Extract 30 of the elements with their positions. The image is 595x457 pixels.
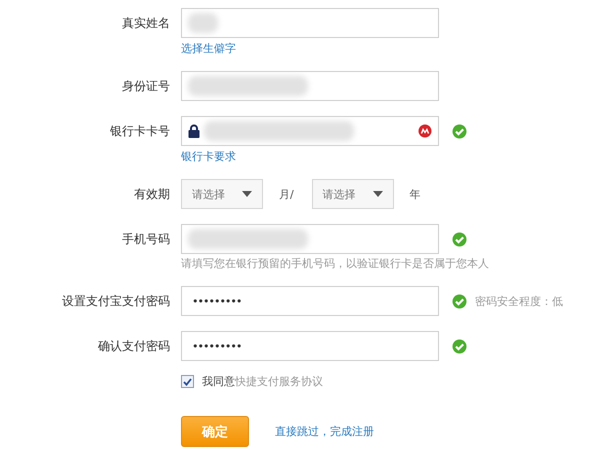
agree-text: 我同意 <box>202 374 235 389</box>
input-field[interactable] <box>181 8 439 38</box>
input-field[interactable] <box>181 116 439 146</box>
input-field[interactable] <box>181 71 439 101</box>
field-label: 确认支付密码 <box>97 338 171 355</box>
help-link[interactable]: 选择生僻字 <box>181 41 452 56</box>
caret-icon <box>372 191 383 197</box>
input-field[interactable] <box>181 224 439 254</box>
unit-text: 年 <box>410 186 421 202</box>
help-link[interactable]: 银行卡要求 <box>181 149 467 164</box>
input-field[interactable]: ••••••••• <box>181 331 439 361</box>
checkbox[interactable] <box>181 375 194 388</box>
unit-text: 月/ <box>279 186 294 202</box>
dropdown[interactable]: 请选择 <box>312 179 394 209</box>
field-label: 手机号码 <box>121 231 171 248</box>
padlock-icon <box>188 124 200 138</box>
round-logo-icon <box>418 124 432 138</box>
dropdown[interactable]: 请选择 <box>181 179 263 209</box>
input-field[interactable]: ••••••••• <box>181 286 439 316</box>
caret-icon <box>242 191 252 197</box>
field-label: 真实姓名 <box>121 15 171 32</box>
field-label: 有效期 <box>133 186 171 203</box>
check-mark-icon <box>183 378 192 386</box>
hint-text: 请填写您在银行预留的手机号码，以验证银行卡是否属于您本人 <box>181 256 489 271</box>
strength-text: 密码安全程度：低 <box>475 294 563 308</box>
skip-link[interactable]: 直接跳过，完成注册 <box>275 424 374 439</box>
field-label: 银行卡卡号 <box>109 123 171 140</box>
agreement-text: 快捷支付服务协议 <box>235 374 323 389</box>
field-label: 设置支付宝支付密码 <box>61 293 171 310</box>
field-label: 身份证号 <box>121 78 171 95</box>
